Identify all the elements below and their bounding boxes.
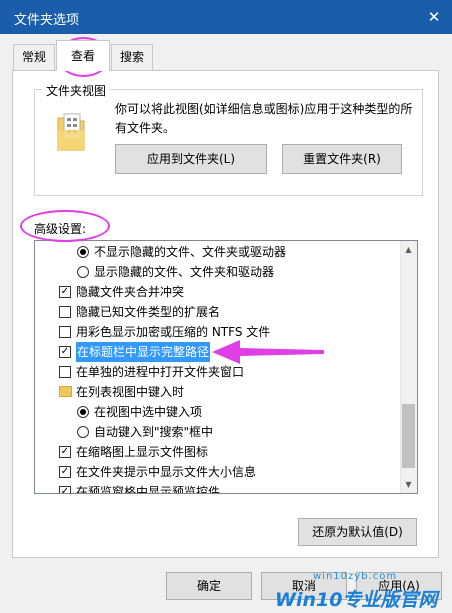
tab-view[interactable]: 查看 xyxy=(56,40,110,71)
setting-label: 显示隐藏的文件、文件夹和驱动器 xyxy=(94,265,275,279)
setting-label: 隐藏文件夹合并冲突 xyxy=(76,285,185,299)
setting-label: 在视图中选中键入项 xyxy=(94,405,203,419)
advanced-setting-row[interactable]: 在列表视图中键入时 xyxy=(35,382,399,402)
advanced-setting-row[interactable]: ✓ 隐藏文件夹合并冲突 xyxy=(35,282,399,302)
folder-icon xyxy=(59,386,72,397)
window-title: 文件夹选项 xyxy=(14,13,80,28)
setting-checkbox[interactable] xyxy=(59,306,71,318)
setting-label: 在标题栏中显示完整路径 xyxy=(76,342,211,362)
advanced-setting-row[interactable]: ✓ 在文件夹提示中显示文件大小信息 xyxy=(35,462,399,482)
advanced-setting-row[interactable]: 在视图中选中键入项 xyxy=(35,402,399,422)
setting-checkbox[interactable] xyxy=(59,366,71,378)
setting-checkbox[interactable]: ✓ xyxy=(59,286,71,298)
setting-radio[interactable] xyxy=(77,426,89,438)
setting-radio[interactable] xyxy=(77,246,89,258)
folder-view-icon xyxy=(56,112,88,152)
setting-checkbox[interactable]: ✓ xyxy=(59,486,71,493)
scroll-down-icon[interactable]: ▼ xyxy=(400,476,417,493)
tab-search[interactable]: 搜索 xyxy=(111,44,153,70)
setting-checkbox[interactable]: ✓ xyxy=(59,346,71,358)
advanced-setting-row[interactable]: 不显示隐藏的文件、文件夹或驱动器 xyxy=(35,242,399,262)
watermark: win10zyb.com Win10专业版官网 xyxy=(265,569,450,613)
setting-label: 自动键入到"搜索"框中 xyxy=(94,425,214,439)
setting-checkbox[interactable]: ✓ xyxy=(59,446,71,458)
setting-label: 在缩略图上显示文件图标 xyxy=(76,445,209,459)
watermark-brand: Win10专业版官网 xyxy=(275,589,438,611)
setting-label: 在列表视图中键入时 xyxy=(76,385,185,399)
setting-radio[interactable] xyxy=(77,406,89,418)
advanced-setting-row[interactable]: ✓ 在预览窗格中显示预览控件 xyxy=(35,482,399,494)
advanced-setting-row[interactable]: 显示隐藏的文件、文件夹和驱动器 xyxy=(35,262,399,282)
setting-checkbox[interactable] xyxy=(59,326,71,338)
scroll-up-icon[interactable]: ▲ xyxy=(400,241,417,258)
setting-label: 隐藏已知文件类型的扩展名 xyxy=(76,305,221,319)
watermark-url: win10zyb.com xyxy=(313,571,398,582)
setting-radio[interactable] xyxy=(77,266,89,278)
advanced-setting-row[interactable]: ✓ 在缩略图上显示文件图标 xyxy=(35,442,399,462)
setting-label: 在预览窗格中显示预览控件 xyxy=(76,485,221,494)
ok-button[interactable]: 确定 xyxy=(166,572,252,600)
restore-defaults-button[interactable]: 还原为默认值(D) xyxy=(298,518,417,546)
folder-view-group-title: 文件夹视图 xyxy=(42,82,111,99)
scroll-thumb[interactable] xyxy=(402,404,415,468)
close-icon[interactable]: ✕ xyxy=(420,6,448,28)
annotation-arrow xyxy=(210,336,326,368)
tab-general[interactable]: 常规 xyxy=(13,44,55,70)
annotation-ellipse-advanced xyxy=(20,210,110,242)
apply-to-folders-button[interactable]: 应用到文件夹(L) xyxy=(115,144,267,174)
advanced-setting-row[interactable]: 自动键入到"搜索"框中 xyxy=(35,422,399,442)
setting-label: 在文件夹提示中显示文件大小信息 xyxy=(76,465,257,479)
folder-view-description: 你可以将此视图(如详细信息或图标)应用于这种类型的所有文件夹。 xyxy=(115,102,413,135)
setting-label: 不显示隐藏的文件、文件夹或驱动器 xyxy=(94,245,287,259)
setting-checkbox[interactable]: ✓ xyxy=(59,466,71,478)
advanced-setting-row[interactable]: 隐藏已知文件类型的扩展名 xyxy=(35,302,399,322)
reset-folders-button[interactable]: 重置文件夹(R) xyxy=(282,144,402,174)
